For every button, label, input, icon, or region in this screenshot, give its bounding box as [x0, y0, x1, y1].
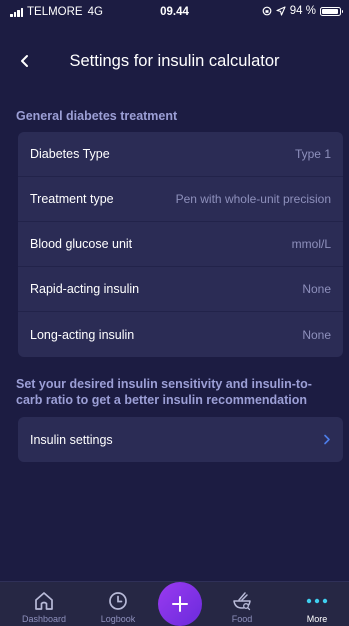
status-right: 94 %: [262, 5, 343, 17]
general-settings-list: Diabetes Type Type 1 Treatment type Pen …: [18, 132, 343, 357]
treatment-type-row[interactable]: Treatment type Pen with whole-unit preci…: [18, 177, 343, 222]
blood-glucose-unit-row[interactable]: Blood glucose unit mmol/L: [18, 222, 343, 267]
tab-label: Dashboard: [21, 614, 67, 624]
row-label: Long-acting insulin: [30, 327, 135, 342]
row-label: Insulin settings: [30, 432, 113, 447]
battery-icon: [320, 6, 343, 16]
row-value: mmol/L: [291, 237, 331, 251]
add-entry-button[interactable]: [158, 582, 202, 626]
tab-dashboard[interactable]: Dashboard: [12, 582, 76, 626]
insulin-settings-row[interactable]: Insulin settings: [18, 417, 343, 462]
row-value: Type 1: [294, 147, 331, 161]
row-label: Rapid-acting insulin: [30, 282, 140, 296]
clock-icon: [107, 588, 129, 614]
food-bowl-icon: [231, 588, 253, 614]
row-value: None: [302, 282, 331, 296]
battery-percentage: 94 %: [289, 5, 316, 17]
section-heading-general: General diabetes treatment: [16, 109, 178, 123]
tab-label: Food: [231, 614, 253, 624]
row-label: Blood glucose unit: [30, 237, 133, 251]
status-bar: TELMORE 4G 09.44 94 %: [0, 0, 349, 24]
rapid-acting-insulin-row[interactable]: Rapid-acting insulin None: [18, 267, 343, 312]
long-acting-insulin-row[interactable]: Long-acting insulin None: [18, 312, 343, 357]
row-value: None: [302, 327, 331, 342]
location-arrow-icon: [276, 6, 286, 16]
tab-logbook[interactable]: Logbook: [86, 582, 150, 626]
chevron-right-icon: [323, 434, 331, 445]
tab-label: Logbook: [100, 614, 136, 624]
row-label: Treatment type: [30, 192, 114, 206]
more-dots-icon: [305, 588, 329, 614]
tab-label: More: [306, 614, 328, 624]
header: Settings for insulin calculator: [0, 44, 349, 80]
insulin-settings-list: Insulin settings: [18, 417, 343, 462]
page-title: Settings for insulin calculator: [69, 52, 280, 70]
diabetes-type-row[interactable]: Diabetes Type Type 1: [18, 132, 343, 177]
tab-more[interactable]: More: [285, 582, 349, 626]
tab-food[interactable]: Food: [210, 582, 274, 626]
plus-icon: [172, 596, 188, 612]
row-label: Diabetes Type: [30, 147, 110, 161]
screen-rotation-lock-icon: [262, 6, 272, 16]
section-heading-sensitivity: Set your desired insulin sensitivity and…: [16, 377, 312, 407]
battery-level-fill: [322, 8, 338, 14]
house-icon: [33, 588, 55, 614]
row-value: Pen with whole-unit precision: [175, 192, 331, 206]
